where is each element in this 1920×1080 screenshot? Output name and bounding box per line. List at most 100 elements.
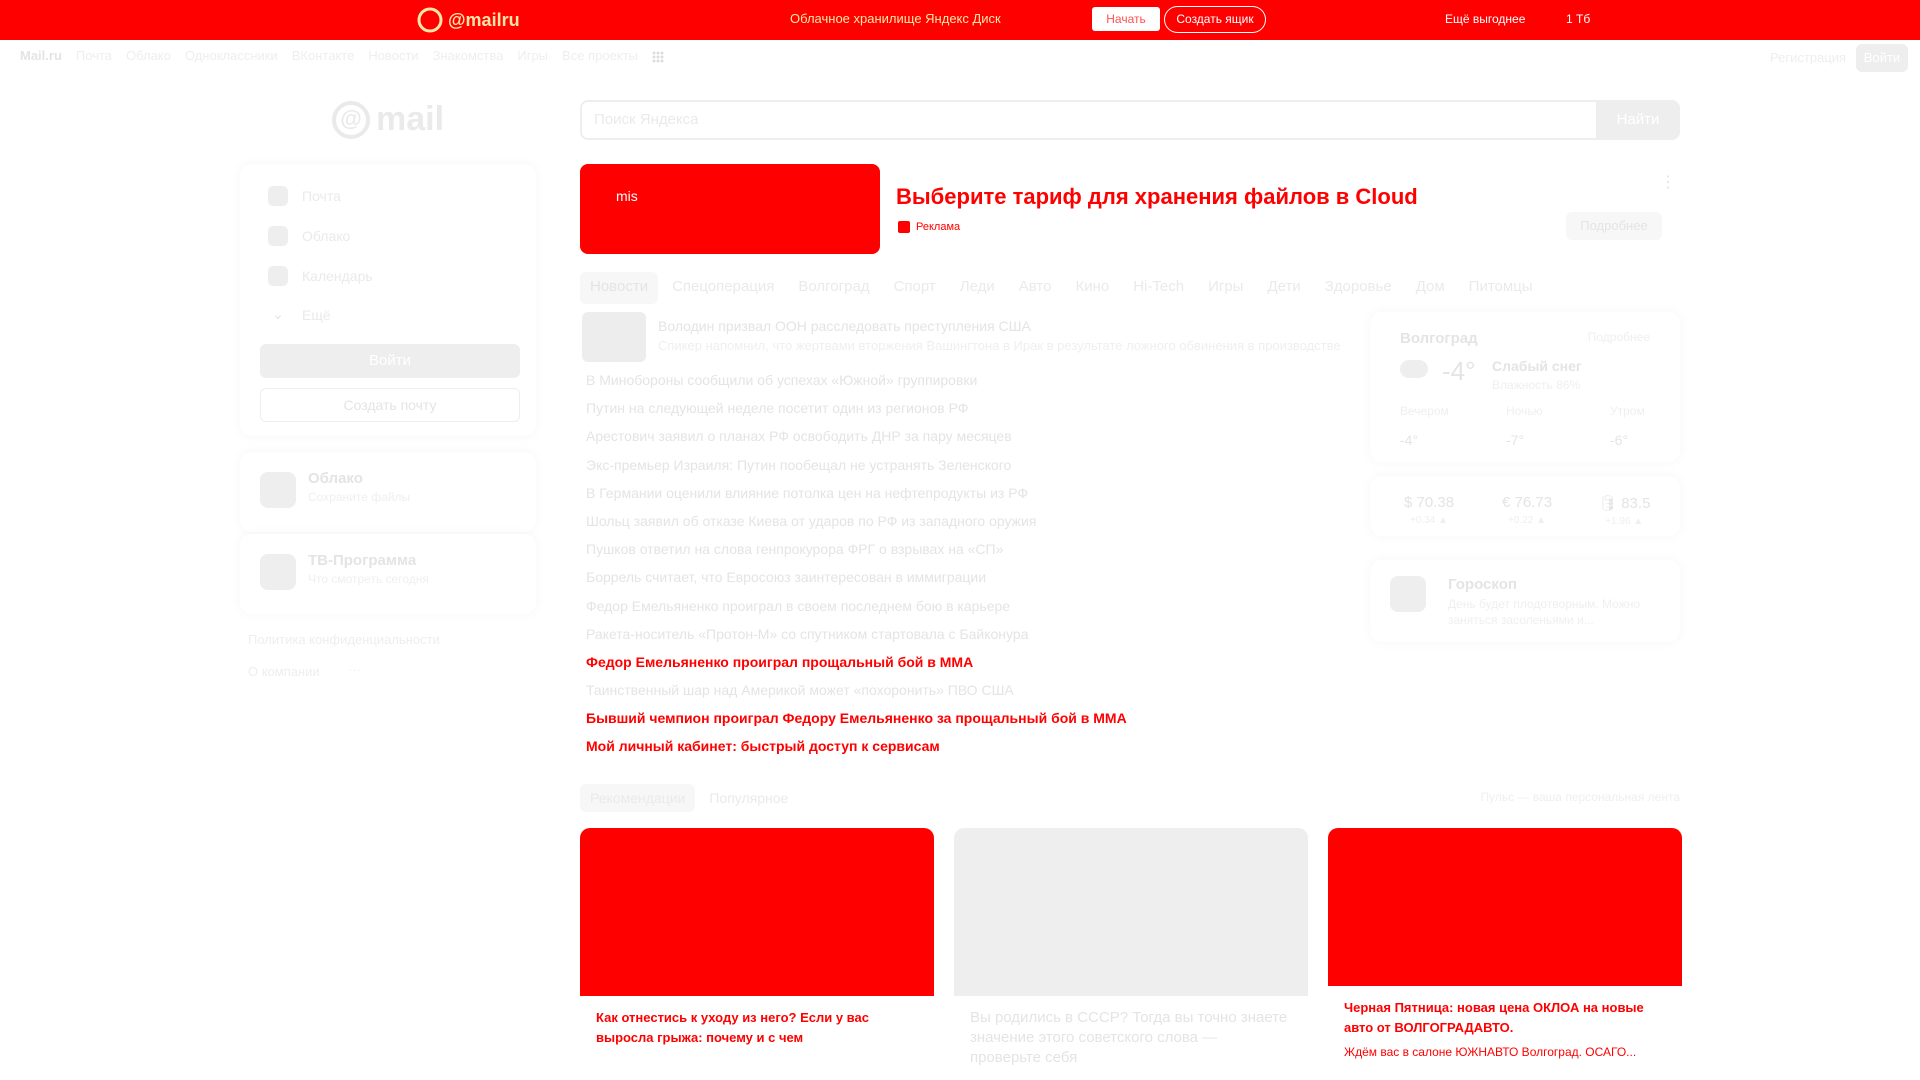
register-link[interactable]: Регистрация (1770, 50, 1846, 65)
promo-image-text: mis (616, 188, 638, 204)
currency-delta: +0.34 ▲ (1410, 515, 1449, 526)
weather-widget[interactable]: Волгоград Подробнее -4° Слабый снег Влаж… (1370, 312, 1680, 462)
tab-pets[interactable]: Питомцы (1459, 272, 1543, 304)
nav-item-all-projects[interactable]: Все проекты (562, 48, 638, 68)
privacy-link[interactable]: Политика конфиденциальности (248, 632, 440, 647)
tab-lady[interactable]: Леди (950, 272, 1005, 304)
ad-icon (898, 221, 910, 233)
tab-hitech[interactable]: Hi-Tech (1123, 272, 1194, 304)
currency-delta: +0.22 ▲ (1508, 515, 1547, 526)
feed-card-image (954, 828, 1308, 996)
nav-item-ok[interactable]: Одноклассники (185, 48, 278, 68)
kebab-menu-icon[interactable]: ⋮ (1660, 172, 1676, 192)
sparkle-icon (1390, 576, 1426, 612)
weather-city: Волгоград (1400, 330, 1478, 347)
sidebar-item-calendar[interactable]: Календарь (268, 266, 373, 286)
tab-auto[interactable]: Авто (1009, 272, 1062, 304)
news-item-promo[interactable]: Мой личный кабинет: быстрый доступ к сер… (586, 736, 1366, 764)
news-item[interactable]: В Германии оценили влияние потолка цен н… (586, 483, 1366, 511)
tab-home[interactable]: Дом (1406, 272, 1455, 304)
nav-item-mailru[interactable]: Mail.ru (20, 48, 62, 68)
tab-kino[interactable]: Кино (1065, 272, 1119, 304)
news-item[interactable]: Ракета-носитель «Протон-М» со спутником … (586, 624, 1366, 652)
banner-text: Облачное хранилище Яндекс Диск (790, 11, 1001, 26)
projects-nav: Mail.ru Почта Облако Одноклассники ВКонт… (20, 48, 664, 68)
feed-card[interactable]: Как отнестись к уходу из него? Если у ва… (580, 828, 934, 1080)
sidebar-item-mail[interactable]: Почта (268, 186, 341, 206)
about-link[interactable]: О компании (248, 664, 320, 679)
sidebar-item-more[interactable]: ⌄ Ещё (268, 306, 331, 323)
feed-tabs: Рекомендации Популярное (580, 784, 798, 812)
feed-card[interactable]: Вы родились в СССР? Тогда вы точно знает… (954, 828, 1308, 1080)
cloud-icon (268, 226, 288, 246)
search-input[interactable]: Поиск Яндекса (580, 100, 1596, 140)
tab-volgograd[interactable]: Волгоград (788, 272, 879, 304)
news-lead-thumbnail[interactable] (582, 312, 646, 362)
promo-more-button[interactable]: Подробнее (1566, 212, 1662, 240)
sidebar-item-cloud[interactable]: Облако (268, 226, 350, 246)
tab-recommendations[interactable]: Рекомендации (580, 784, 696, 812)
horoscope-title: Гороскоп (1448, 576, 1517, 593)
news-item[interactable]: Путин на следующей неделе посетит один и… (586, 398, 1366, 426)
news-item[interactable]: Федор Емельяненко проиграл в своем после… (586, 596, 1366, 624)
promo-title[interactable]: Выберите тариф для хранения файлов в Clo… (896, 184, 1418, 210)
nav-item-news[interactable]: Новости (368, 48, 418, 68)
feed-card-text: Черная Пятница: новая цена ОКЛОА на новы… (1328, 986, 1682, 1074)
nav-item-mail[interactable]: Почта (76, 48, 112, 68)
news-lead-title[interactable]: Володин призвал ООН расследовать преступ… (658, 318, 1031, 334)
tab-popular[interactable]: Популярное (699, 784, 798, 812)
tab-games[interactable]: Игры (1198, 272, 1253, 304)
tab-health[interactable]: Здоровье (1315, 272, 1402, 304)
snow-cloud-icon (1400, 360, 1428, 378)
search-button[interactable]: Найти (1596, 100, 1680, 140)
tab-kids[interactable]: Дети (1257, 272, 1310, 304)
news-item[interactable]: Экс-премьер Израиля: Путин пообещал не у… (586, 455, 1366, 483)
weather-part-label: Ночью (1506, 404, 1543, 418)
banner-right-text: Ещё выгоднее (1445, 12, 1526, 26)
nav-item-vk[interactable]: ВКонтакте (292, 48, 355, 68)
news-item[interactable]: Шольц заявил об отказе Киева от ударов п… (586, 511, 1366, 539)
news-item-promo[interactable]: Бывший чемпион проиграл Федору Емельянен… (586, 708, 1366, 736)
cloud-widget[interactable]: Облако Сохраните файлы (240, 452, 536, 532)
weather-temperature: -4° (1442, 356, 1476, 386)
tab-special-operation[interactable]: Спецоперация (662, 272, 784, 304)
mail-logo[interactable]: @ mail (332, 100, 444, 139)
promo-image[interactable]: mis (580, 164, 880, 254)
top-login-button[interactable]: Войти (1856, 44, 1908, 72)
nav-item-dating[interactable]: Знакомства (433, 48, 504, 68)
weather-part-temp: -7° (1506, 432, 1525, 448)
feed-card-image (580, 828, 934, 996)
news-item[interactable]: Таинственный шар над Америкой может «пох… (586, 680, 1366, 708)
feed-note[interactable]: Пульс — ваша персональная лента (1480, 790, 1680, 804)
news-item[interactable]: В Минобороны сообщили об успехах «Южной»… (586, 370, 1366, 398)
tv-icon (260, 554, 296, 590)
news-item[interactable]: Боррель считает, что Евросоюз заинтересо… (586, 567, 1366, 595)
tab-news[interactable]: Новости (580, 272, 659, 304)
weather-more-link[interactable]: Подробнее (1588, 330, 1650, 344)
login-button[interactable]: Войти (260, 344, 520, 378)
promo-meta-text: Реклама (916, 221, 961, 233)
weather-part-temp: -6° (1610, 432, 1629, 448)
create-mail-button[interactable]: Создать почту (260, 388, 520, 422)
currency-widget[interactable]: $ 70.38 +0.34 ▲ € 76.73 +0.22 ▲ 🛢 83.5 +… (1370, 476, 1680, 536)
grid-icon[interactable] (651, 51, 664, 63)
feed-card[interactable]: Черная Пятница: новая цена ОКЛОА на новы… (1328, 828, 1682, 1080)
news-item-promo[interactable]: Федор Емельяненко проиграл прощальный бо… (586, 652, 1366, 680)
horoscope-widget[interactable]: Гороскоп День будет плодотворным. Можно … (1370, 560, 1680, 642)
cloud-widget-title: Облако (308, 470, 363, 487)
news-item[interactable]: Пушков ответил на слова генпрокурора ФРГ… (586, 539, 1366, 567)
currency-delta: +1.96 ▲ (1605, 516, 1644, 527)
banner-create-box-button[interactable]: Создать ящик (1164, 6, 1266, 33)
horoscope-text: День будет плодотворным. Можно заняться … (1448, 597, 1641, 627)
currency-value: 83.5 (1621, 495, 1651, 512)
banner-start-button[interactable]: Начать (1092, 7, 1160, 31)
nav-item-cloud[interactable]: Облако (126, 48, 171, 68)
more-dots-icon[interactable]: ··· (348, 662, 361, 677)
weather-description: Слабый снег (1492, 358, 1582, 374)
tab-sport[interactable]: Спорт (884, 272, 946, 304)
news-item[interactable]: Арестович заявил о планах РФ освободить … (586, 426, 1366, 454)
news-list: В Минобороны сообщили об успехах «Южной»… (586, 370, 1366, 765)
nav-item-games[interactable]: Игры (517, 48, 548, 68)
tv-widget[interactable]: ТВ-Программа Что смотреть сегодня (240, 534, 536, 614)
top-ad-banner[interactable]: @mailru Облачное хранилище Яндекс Диск Н… (0, 0, 1920, 40)
